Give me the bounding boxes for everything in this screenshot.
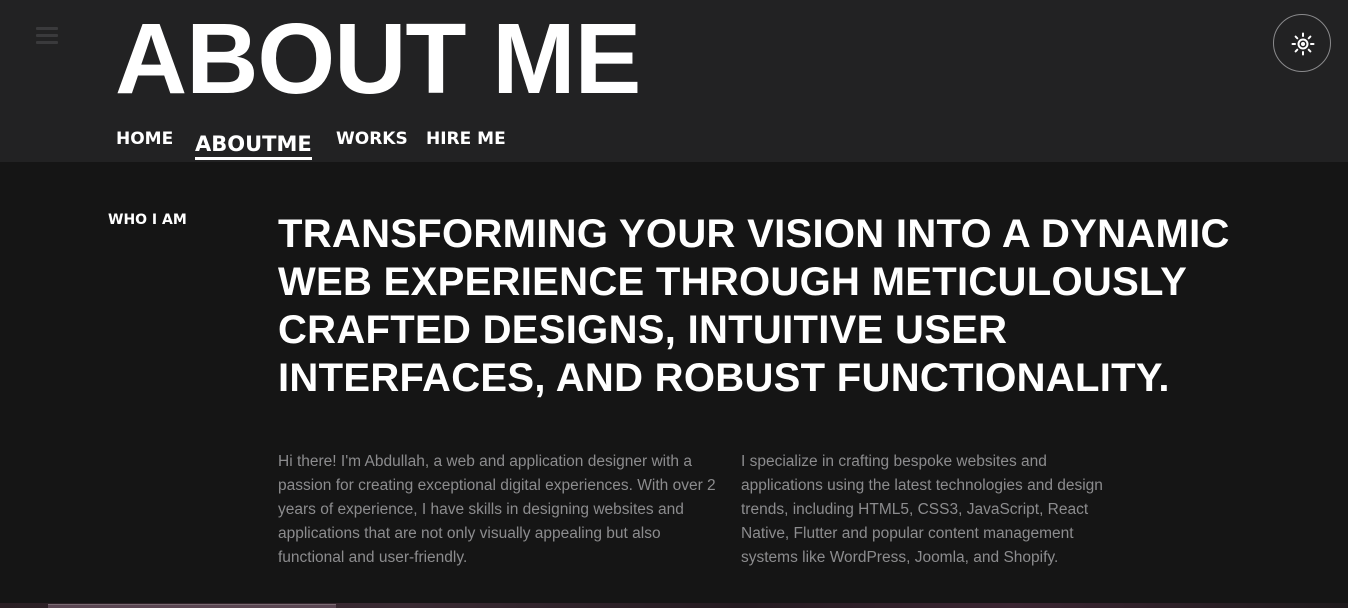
nav-item-works[interactable]: WORKS — [336, 129, 408, 149]
bottom-thumbnail — [48, 604, 336, 608]
sun-icon — [1291, 32, 1315, 56]
about-section: WHO I AM TRANSFORMING YOUR VISION INTO A… — [0, 162, 1348, 608]
page-title: ABOUT ME — [115, 3, 641, 115]
theme-toggle-button[interactable] — [1273, 14, 1331, 72]
nav-item-aboutme[interactable]: ABOUTME — [195, 132, 312, 160]
about-paragraph-right: I specialize in crafting bespoke website… — [741, 453, 1103, 566]
section-label: WHO I AM — [108, 212, 187, 228]
site-header: ABOUT ME HOME ABOUTME WORKS HIRE ME — [0, 0, 1348, 162]
page: ABOUT ME HOME ABOUTME WORKS HIRE ME WHO … — [0, 0, 1348, 608]
nav-item-home[interactable]: HOME — [116, 129, 173, 149]
hamburger-menu-icon[interactable] — [36, 27, 58, 45]
nav-item-hire-me[interactable]: HIRE ME — [426, 129, 506, 149]
about-paragraph-left: Hi there! I'm Abdullah, a web and applic… — [278, 453, 716, 566]
about-headline: TRANSFORMING YOUR VISION INTO A DYNAMIC … — [278, 212, 1230, 400]
